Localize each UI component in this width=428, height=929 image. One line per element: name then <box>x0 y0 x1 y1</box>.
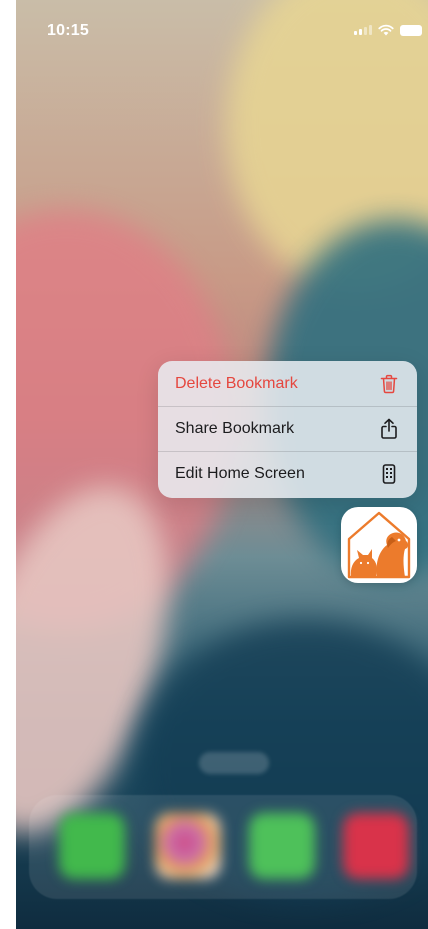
phone-icon <box>378 463 400 485</box>
battery-icon <box>400 24 422 36</box>
edit-home-screen-label: Edit Home Screen <box>175 465 305 482</box>
cellular-signal-icon <box>354 25 372 35</box>
status-time: 10:15 <box>47 22 89 39</box>
wifi-icon <box>378 24 394 36</box>
share-icon <box>378 418 400 440</box>
status-icons <box>354 24 422 36</box>
dock <box>29 795 417 899</box>
delete-bookmark-menu-item[interactable]: Delete Bookmark <box>158 361 417 406</box>
trash-icon <box>378 373 400 395</box>
page-indicator <box>199 752 269 774</box>
home-screen: 10:15 Delete Bookmark Share Bookmark Edi… <box>16 0 428 929</box>
phone-app-icon[interactable] <box>59 813 125 879</box>
status-bar: 10:15 <box>16 0 428 60</box>
music-app-icon[interactable] <box>343 813 409 879</box>
pet-house-icon <box>347 511 411 579</box>
delete-bookmark-label: Delete Bookmark <box>175 374 298 392</box>
photos-app-icon[interactable] <box>155 813 221 879</box>
messages-app-icon[interactable] <box>249 813 315 879</box>
pet-app-icon[interactable] <box>341 507 417 583</box>
share-bookmark-label: Share Bookmark <box>175 420 295 437</box>
context-menu: Delete Bookmark Share Bookmark Edit Home… <box>158 361 417 498</box>
edit-home-screen-menu-item[interactable]: Edit Home Screen <box>158 451 417 496</box>
share-bookmark-menu-item[interactable]: Share Bookmark <box>158 406 417 451</box>
